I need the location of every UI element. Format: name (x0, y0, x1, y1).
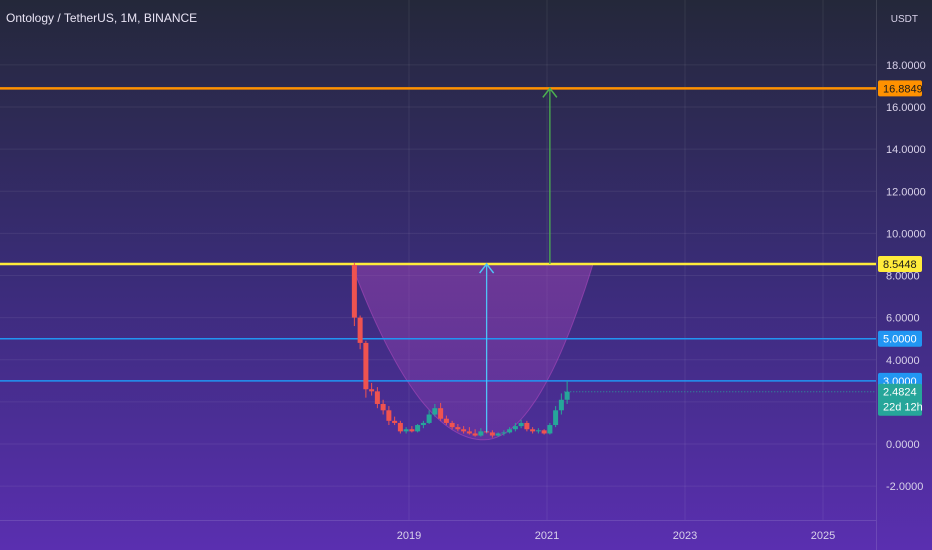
candle-body (369, 389, 375, 392)
candle-body (449, 422, 455, 428)
candle-body (357, 317, 363, 343)
candle-body (420, 422, 426, 426)
level-price-badge: 8.5448 (878, 256, 922, 273)
candle-body (501, 432, 507, 434)
badge-label: 16.8849 (883, 83, 923, 95)
candle-body (397, 422, 403, 432)
level-price-badge: 5.0000 (878, 330, 922, 347)
candle-body (380, 403, 386, 411)
candle-body (489, 432, 495, 436)
candle-body (403, 429, 409, 432)
candle-body (392, 420, 398, 423)
last-price-label: 2.4824 (883, 387, 917, 399)
candle-body (507, 429, 513, 433)
y-tick-label: -2.0000 (886, 481, 923, 493)
x-tick-label: 2023 (673, 530, 697, 542)
candle-body (426, 414, 432, 423)
candle-body (524, 422, 530, 430)
countdown-label: 22d 12h (883, 402, 923, 414)
y-tick-label: 10.0000 (886, 228, 926, 240)
candle-body (564, 391, 570, 400)
candle-body (541, 430, 547, 434)
y-tick-label: 14.0000 (886, 144, 926, 156)
badge-label: 8.5448 (883, 259, 917, 271)
candle-body (455, 427, 461, 430)
chart-canvas: -2.0000 0.0000 4.0000 6.0000 8.0000 10.0000 12… (0, 0, 932, 550)
candle-body (461, 429, 467, 432)
candle-body (466, 431, 472, 434)
candle-body (438, 408, 444, 419)
chart: -2.0000 0.0000 4.0000 6.0000 8.0000 10.0000 12… (0, 0, 932, 550)
candle-body (518, 422, 524, 427)
candle-body (443, 418, 449, 423)
candle-body (363, 342, 369, 390)
level-price-badge: 16.8849 (878, 80, 923, 97)
x-tick-label: 2025 (811, 530, 835, 542)
candle-body (558, 399, 564, 411)
candle-body (495, 433, 501, 436)
candle-body (432, 408, 438, 415)
candle-body (547, 425, 553, 434)
candle-body (415, 425, 421, 432)
candle-body (351, 264, 357, 318)
y-tick-label: 8.0000 (886, 271, 920, 283)
y-tick-label: 6.0000 (886, 313, 920, 325)
candle-body (386, 410, 392, 421)
candle-body (553, 410, 559, 426)
candle (363, 340, 369, 398)
x-tick-label: 2021 (535, 530, 559, 542)
last-price-badge: 2.4824 22d 12h (878, 383, 923, 416)
badge-label: 5.0000 (883, 334, 917, 346)
y-tick-label: 12.0000 (886, 186, 926, 198)
candle-body (478, 431, 484, 436)
candle-body (472, 433, 478, 436)
price-unit-label: USDT (891, 14, 918, 25)
y-tick-label: 0.0000 (886, 439, 920, 451)
candle-body (530, 429, 536, 432)
y-tick-label: 18.0000 (886, 60, 926, 72)
candle (351, 262, 357, 327)
candle-body (374, 391, 380, 404)
candle-body (512, 426, 518, 430)
y-tick-label: 16.0000 (886, 102, 926, 114)
candle-body (535, 430, 541, 432)
x-tick-label: 2019 (397, 530, 421, 542)
y-tick-label: 4.0000 (886, 355, 920, 367)
chart-title: Ontology / TetherUS, 1M, BINANCE (6, 11, 197, 25)
candle (415, 423, 421, 433)
candle-body (409, 429, 415, 432)
